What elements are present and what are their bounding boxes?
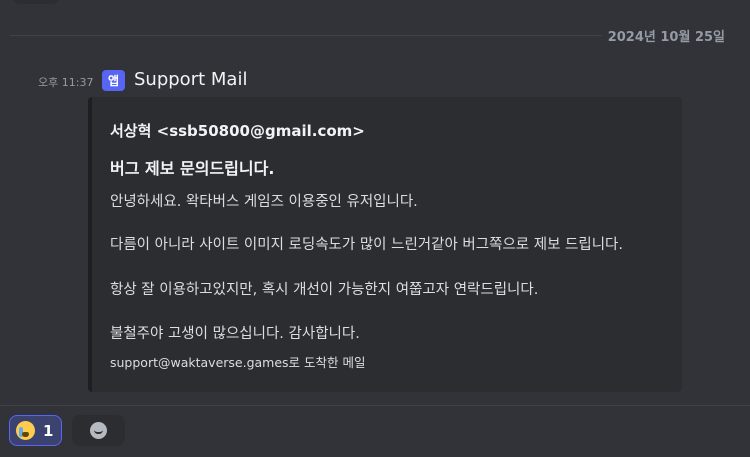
message-timestamp[interactable]: 오후 11:37 [38, 74, 93, 90]
embed-author: 서상혁 <ssb50800@gmail.com> [110, 122, 365, 140]
embed-body-line: 항상 잘 이용하고있지만, 혹시 개선이 가능한지 여쭙고자 연락드립니다. [110, 282, 539, 298]
app-badge: 앱 [102, 70, 125, 91]
reaction-chip[interactable]: 1 [9, 415, 62, 446]
sender-name[interactable]: Support Mail [134, 69, 247, 90]
smile-face-icon [90, 422, 107, 439]
date-divider-label: 2024년 10월 25일 [601, 26, 725, 45]
reaction-count: 1 [43, 421, 54, 440]
add-reaction-button[interactable] [72, 415, 125, 446]
embed-footer: support@waktaverse.games로 도착한 메일 [110, 355, 366, 370]
embed-body-line: 다름이 아니라 사이트 이미지 로딩속도가 많이 느린거같아 버그쪽으로 제보 … [110, 237, 623, 253]
embed-body-line: 불철주야 고생이 많으십니다. 감사합니다. [110, 326, 360, 342]
previous-reaction-chip[interactable] [12, 0, 60, 4]
mail-embed: 서상혁 <ssb50800@gmail.com> 버그 제보 문의드립니다. 안… [88, 97, 682, 392]
loudly-crying-face-icon [16, 421, 35, 440]
embed-body-line: 안녕하세요. 왁타버스 게임즈 이용중인 유저입니다. [110, 194, 418, 210]
embed-title: 버그 제보 문의드립니다. [110, 159, 275, 178]
reaction-bar-divider [0, 405, 750, 406]
